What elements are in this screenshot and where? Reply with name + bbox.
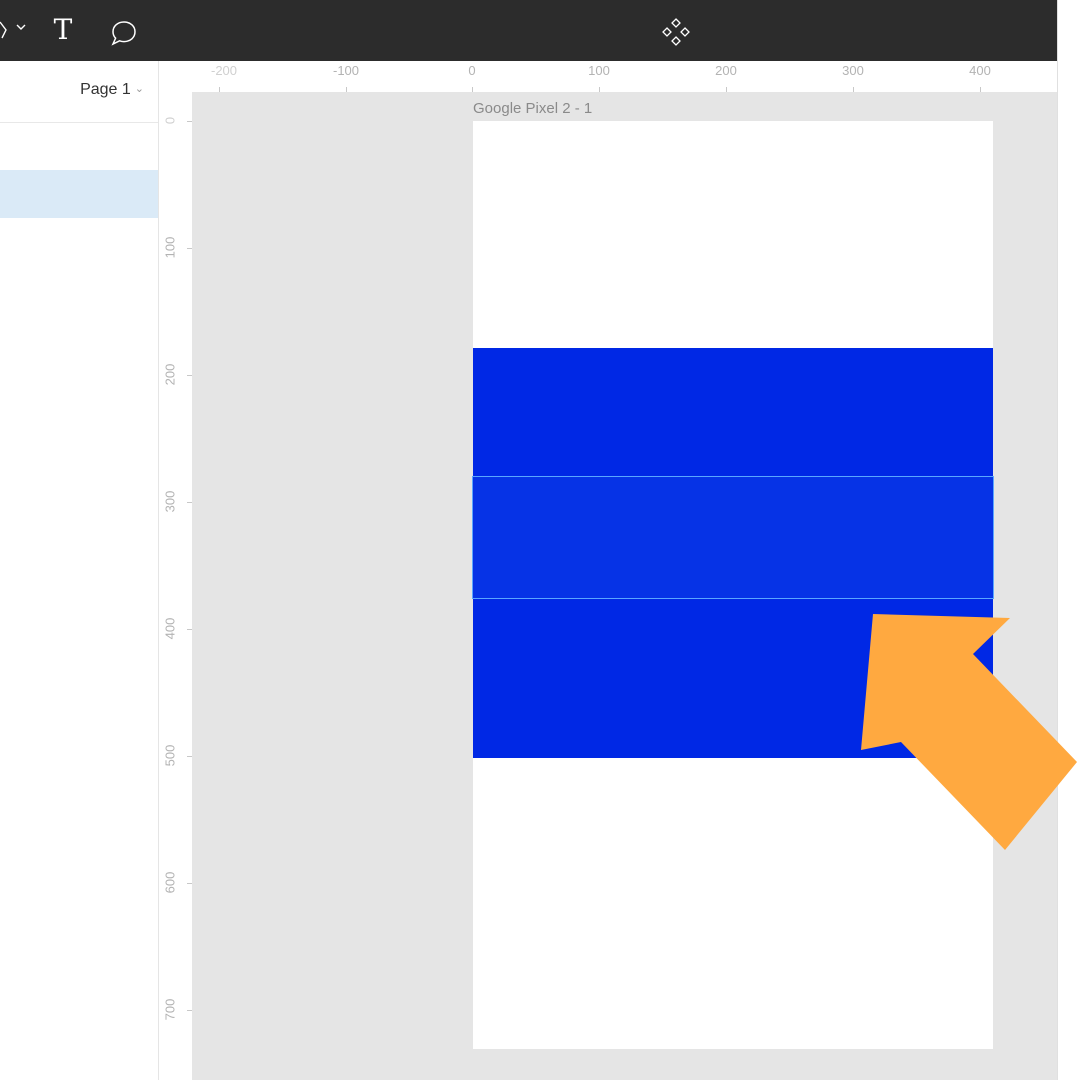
ruler-label: -100 <box>332 63 360 78</box>
ruler-label: 100 <box>588 63 610 78</box>
ruler-tick <box>187 375 192 376</box>
ruler-label: 300 <box>162 490 178 513</box>
selected-rectangle[interactable] <box>472 476 994 599</box>
ruler-tick <box>472 87 473 92</box>
ruler-label: 600 <box>162 871 178 894</box>
ruler-label: 0 <box>162 116 178 125</box>
selected-layer-row[interactable] <box>0 170 158 218</box>
component-icon[interactable] <box>660 16 692 48</box>
ruler-tick <box>346 87 347 92</box>
ruler-tick <box>187 1010 192 1011</box>
right-panel-edge <box>1057 0 1077 1080</box>
design-canvas[interactable]: Google Pixel 2 - 1 <box>193 93 1057 1080</box>
ruler-tick <box>187 121 192 122</box>
toolbar: T <box>0 0 1057 61</box>
ruler-label: 400 <box>969 63 991 78</box>
ruler-label: 100 <box>162 236 178 259</box>
layers-panel: Page 1 ⌄ <box>0 61 159 1080</box>
page-selector[interactable]: Page 1 ⌄ <box>80 81 144 99</box>
ruler-tick <box>187 756 192 757</box>
ruler-tick <box>187 248 192 249</box>
frame-label[interactable]: Google Pixel 2 - 1 <box>473 100 592 117</box>
ruler-label: -200 <box>210 63 238 78</box>
ruler-tick <box>980 87 981 92</box>
ruler-tick <box>726 87 727 92</box>
panel-divider <box>0 122 158 123</box>
comment-icon[interactable] <box>108 17 140 49</box>
ruler-tick <box>599 87 600 92</box>
ruler-tick <box>187 502 192 503</box>
ruler-tick <box>853 87 854 92</box>
ruler-tick <box>219 87 220 92</box>
ruler-label: 500 <box>162 744 178 767</box>
ruler-label: 200 <box>715 63 737 78</box>
ruler-tick <box>187 629 192 630</box>
page-selector-label: Page 1 <box>80 81 131 98</box>
text-tool-icon[interactable]: T <box>50 12 76 48</box>
horizontal-ruler: -200 -100 0 100 200 300 400 <box>192 61 1057 93</box>
ruler-label: 300 <box>842 63 864 78</box>
ruler-corner <box>159 61 193 93</box>
chevron-down-icon[interactable] <box>14 20 28 34</box>
vertical-ruler: 0 100 200 300 400 500 600 700 <box>159 92 193 1080</box>
frame-google-pixel-2[interactable] <box>472 121 994 1049</box>
pen-tool-icon[interactable] <box>0 18 8 42</box>
ruler-label: 400 <box>162 617 178 640</box>
chevron-down-icon: ⌄ <box>134 83 144 95</box>
ruler-label: 700 <box>162 998 178 1021</box>
ruler-label: 0 <box>468 63 476 78</box>
ruler-label: 200 <box>162 363 178 386</box>
ruler-tick <box>187 883 192 884</box>
